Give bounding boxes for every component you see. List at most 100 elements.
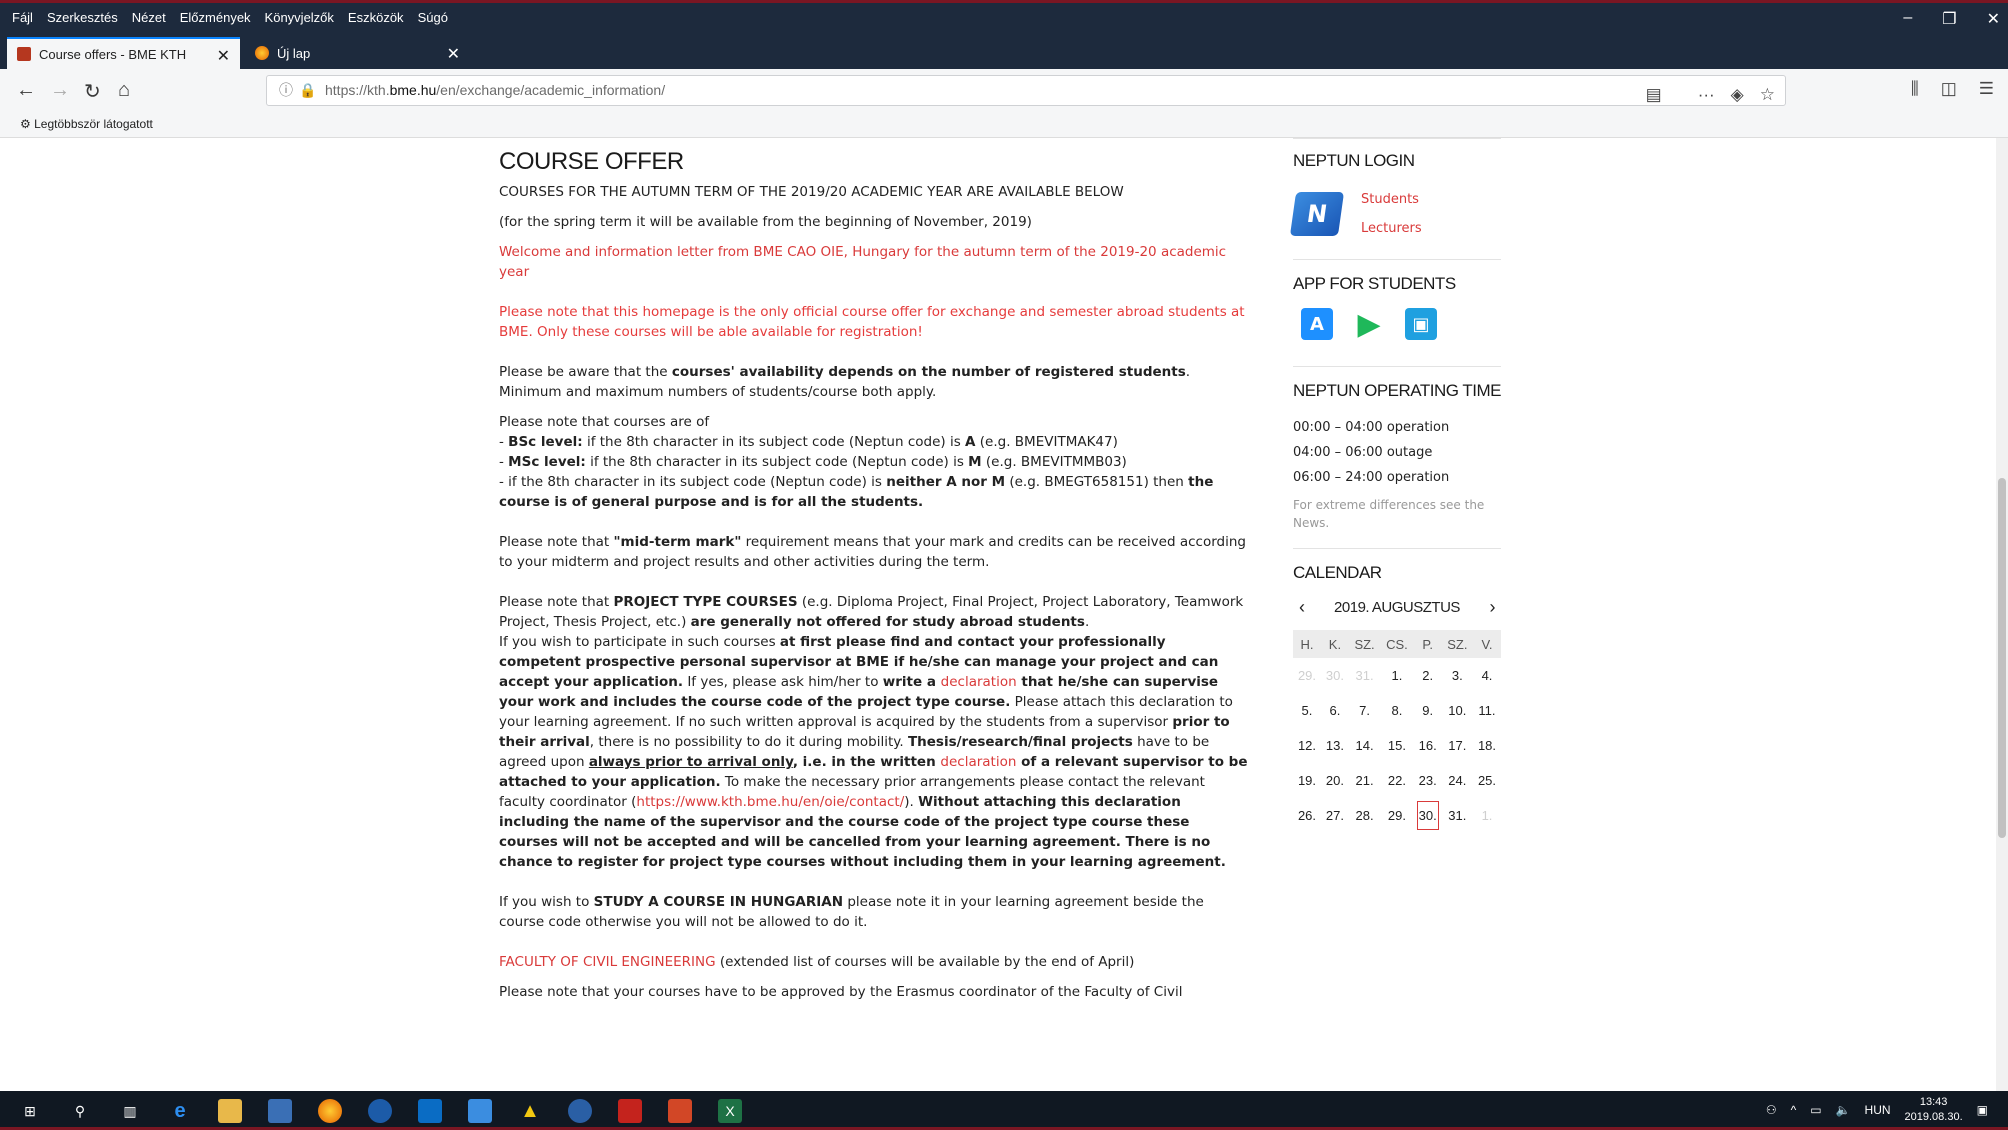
faculty-civil-engineering-link[interactable]: FACULTY OF CIVIL ENGINEERING (499, 954, 716, 970)
menu-view[interactable]: Nézet (132, 10, 166, 25)
url-bar[interactable]: ⓘ 🔒 https://kth.bme.hu/en/exchange/acade… (266, 75, 1786, 106)
back-arrow-icon[interactable]: ← (16, 79, 36, 102)
calendar-day[interactable]: 8. (1380, 693, 1414, 728)
welcome-letter-link[interactable]: Welcome and information letter from BME … (499, 244, 1226, 280)
calendar-day[interactable]: 3. (1442, 658, 1473, 693)
app-store-icon[interactable]: A (1301, 308, 1333, 340)
close-window-button[interactable]: ✕ (1987, 9, 2000, 29)
firefox-icon[interactable] (318, 1099, 342, 1123)
notifications-icon[interactable]: ▣ (1977, 1103, 1988, 1117)
bookmark-most-visited[interactable]: Legtöbbször látogatott (34, 117, 153, 131)
calendar-day[interactable]: 24. (1442, 763, 1473, 798)
calendar-day[interactable]: 27. (1321, 798, 1349, 833)
calendar-day[interactable]: 6. (1321, 693, 1349, 728)
calendar-day[interactable]: 7. (1349, 693, 1380, 728)
reload-icon[interactable]: ↻ (84, 79, 101, 104)
warning-icon[interactable]: ▲ (518, 1099, 542, 1123)
menu-file[interactable]: Fájl (12, 10, 33, 25)
app-globe-icon[interactable] (568, 1099, 592, 1123)
windows-start-icon[interactable]: ⊞ (18, 1099, 42, 1123)
windows-store-icon[interactable]: ▣ (1405, 308, 1437, 340)
volume-icon[interactable]: 🔈 (1836, 1103, 1851, 1117)
calendar-day[interactable]: 23. (1414, 763, 1442, 798)
contact-link[interactable]: https://www.kth.bme.hu/en/oie/contact/ (636, 794, 904, 810)
info-icon[interactable]: ⓘ (279, 76, 293, 105)
restore-button[interactable]: ❐ (1942, 9, 1956, 29)
network-icon[interactable]: ▭ (1810, 1103, 1821, 1117)
next-month-icon[interactable]: › (1489, 597, 1495, 618)
calendar-day[interactable]: 19. (1293, 763, 1321, 798)
calendar-day[interactable]: 5. (1293, 693, 1321, 728)
google-play-icon[interactable]: ▶ (1353, 307, 1385, 342)
tab-close-icon[interactable]: ✕ (447, 44, 460, 64)
tab-course-offers[interactable]: Course offers - BME KTH ✕ (7, 37, 240, 69)
task-view-icon[interactable]: ▥ (118, 1099, 142, 1123)
neptun-app-icon[interactable] (468, 1099, 492, 1123)
calendar-day[interactable]: 22. (1380, 763, 1414, 798)
page-scrollbar[interactable] (1996, 138, 2008, 1091)
excel-icon[interactable]: X (718, 1099, 742, 1123)
bookmark-star-icon[interactable]: ☆ (1760, 80, 1775, 109)
home-icon[interactable]: ⌂ (118, 79, 130, 102)
calendar-day[interactable]: 30. (1321, 658, 1349, 693)
acrobat-icon[interactable] (618, 1099, 642, 1123)
calendar-day[interactable]: 9. (1414, 693, 1442, 728)
calendar-day[interactable]: 1. (1380, 658, 1414, 693)
neptun-logo-icon[interactable]: N (1289, 192, 1345, 236)
calendar-day[interactable]: 10. (1442, 693, 1473, 728)
calendar-day[interactable]: 15. (1380, 728, 1414, 763)
file-explorer-icon[interactable] (218, 1099, 242, 1123)
calendar-day[interactable]: 25. (1473, 763, 1501, 798)
calendar-day-today[interactable]: 30. (1414, 798, 1442, 833)
search-icon[interactable]: ⚲ (68, 1099, 92, 1123)
library-icon[interactable]: ⫼ (1911, 79, 1919, 99)
language-indicator[interactable]: HUN (1865, 1103, 1891, 1117)
declaration-link[interactable]: declaration (941, 674, 1017, 690)
calendar-day[interactable]: 18. (1473, 728, 1501, 763)
calendar-day[interactable]: 31. (1442, 798, 1473, 833)
calendar-day[interactable]: 29. (1293, 658, 1321, 693)
menu-bookmarks[interactable]: Könyvjelzők (265, 10, 334, 25)
edge-icon[interactable]: e (168, 1099, 192, 1123)
calendar-day[interactable]: 17. (1442, 728, 1473, 763)
calendar-day[interactable]: 28. (1349, 798, 1380, 833)
calendar-day[interactable]: 26. (1293, 798, 1321, 833)
calendar-day[interactable]: 16. (1414, 728, 1442, 763)
app-circle-icon[interactable] (368, 1099, 392, 1123)
tab-close-icon[interactable]: ✕ (217, 46, 230, 66)
calendar-day[interactable]: 4. (1473, 658, 1501, 693)
menu-tools[interactable]: Eszközök (348, 10, 404, 25)
prev-month-icon[interactable]: ‹ (1299, 597, 1305, 618)
hamburger-menu-icon[interactable]: ☰ (1979, 79, 1994, 99)
scrollbar-thumb[interactable] (1998, 478, 2006, 838)
outlook-icon[interactable] (418, 1099, 442, 1123)
pocket-icon[interactable]: ◈ (1731, 80, 1744, 109)
reader-view-icon[interactable]: ▤ (1646, 80, 1662, 109)
calendar-day[interactable]: 20. (1321, 763, 1349, 798)
calendar-day[interactable]: 29. (1380, 798, 1414, 833)
calendar-day[interactable]: 31. (1349, 658, 1380, 693)
calendar-day[interactable]: 13. (1321, 728, 1349, 763)
menu-history[interactable]: Előzmények (180, 10, 251, 25)
lecturers-link[interactable]: Lecturers (1361, 214, 1422, 243)
calendar-day[interactable]: 11. (1473, 693, 1501, 728)
save-app-icon[interactable] (268, 1099, 292, 1123)
people-icon[interactable]: ⚇ (1766, 1103, 1777, 1117)
calendar-day[interactable]: 12. (1293, 728, 1321, 763)
forward-arrow-icon[interactable]: → (50, 79, 70, 102)
calendar-day[interactable]: 2. (1414, 658, 1442, 693)
calendar-day[interactable]: 1. (1473, 798, 1501, 833)
calendar-day[interactable]: 14. (1349, 728, 1380, 763)
minimize-button[interactable]: – (1903, 9, 1912, 29)
calendar-day[interactable]: 21. (1349, 763, 1380, 798)
tab-new[interactable]: Új lap ✕ (245, 37, 470, 69)
tray-expand-icon[interactable]: ^ (1791, 1103, 1797, 1117)
more-actions-icon[interactable]: ··· (1698, 80, 1715, 109)
menu-help[interactable]: Súgó (418, 10, 448, 25)
declaration-link[interactable]: declaration (940, 754, 1016, 770)
powerpoint-icon[interactable] (668, 1099, 692, 1123)
students-link[interactable]: Students (1361, 185, 1422, 214)
sidebar-toggle-icon[interactable]: ◫ (1941, 79, 1957, 99)
menu-edit[interactable]: Szerkesztés (47, 10, 118, 25)
clock[interactable]: 13:43 2019.08.30. (1905, 1095, 1963, 1125)
